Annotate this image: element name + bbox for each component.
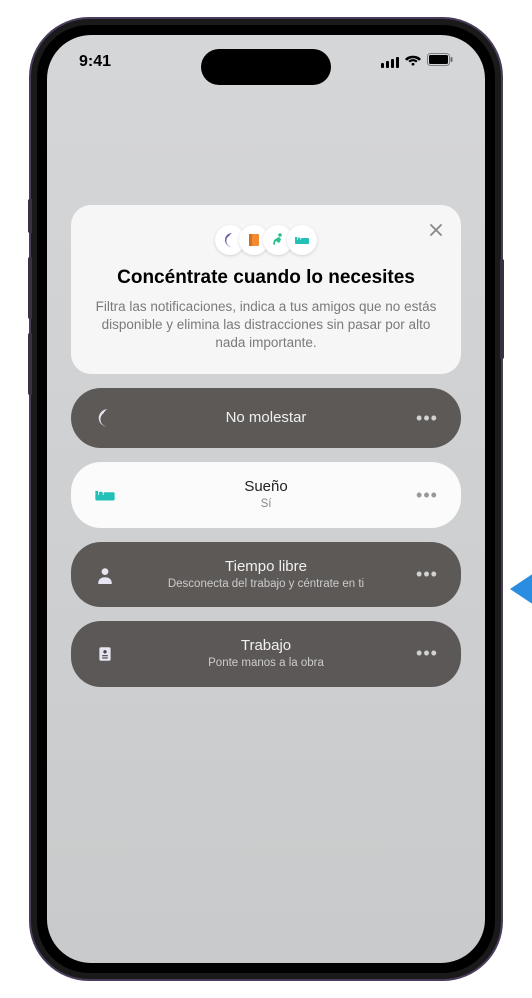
screen: 9:41 xyxy=(47,35,485,963)
focus-dnd[interactable]: No molestar ••• xyxy=(71,388,461,448)
focus-work-sub: Ponte manos a la obra xyxy=(127,656,405,670)
signal-icon xyxy=(381,57,399,68)
battery-icon xyxy=(427,53,453,71)
more-icon[interactable]: ••• xyxy=(413,408,441,429)
focus-work[interactable]: Trabajo Ponte manos a la obra ••• xyxy=(71,621,461,686)
more-icon[interactable]: ••• xyxy=(413,485,441,506)
moon-icon xyxy=(91,408,119,428)
side-buttons-left xyxy=(28,199,32,409)
pointer-arrow xyxy=(510,568,532,615)
focus-personal-sub: Desconecta del trabajo y céntrate en ti xyxy=(127,577,405,591)
dynamic-island xyxy=(201,49,331,85)
focus-personal-label: Tiempo libre xyxy=(127,558,405,576)
badge-icon xyxy=(91,645,119,663)
focus-personal[interactable]: Tiempo libre Desconecta del trabajo y cé… xyxy=(71,542,461,607)
intro-title: Concéntrate cuando lo necesites xyxy=(95,267,437,290)
close-icon[interactable] xyxy=(425,219,447,241)
status-time: 9:41 xyxy=(79,53,149,71)
focus-sleep-label: Sueño xyxy=(127,478,405,496)
more-icon[interactable]: ••• xyxy=(413,564,441,585)
bed-icon xyxy=(91,484,119,506)
person-icon xyxy=(91,566,119,584)
more-icon[interactable]: ••• xyxy=(413,643,441,664)
intro-icon-row xyxy=(95,225,437,255)
phone-frame: 9:41 xyxy=(31,19,501,979)
focus-dnd-label: No molestar xyxy=(127,409,405,427)
focus-sleep-sub: Sí xyxy=(127,497,405,511)
wifi-icon xyxy=(405,53,421,71)
power-button xyxy=(500,259,504,359)
intro-description: Filtra las notificaciones, indica a tus … xyxy=(95,298,437,353)
bed-icon xyxy=(287,225,317,255)
focus-sleep[interactable]: Sueño Sí ••• xyxy=(71,462,461,527)
intro-card: Concéntrate cuando lo necesites Filtra l… xyxy=(71,205,461,374)
focus-work-label: Trabajo xyxy=(127,637,405,655)
